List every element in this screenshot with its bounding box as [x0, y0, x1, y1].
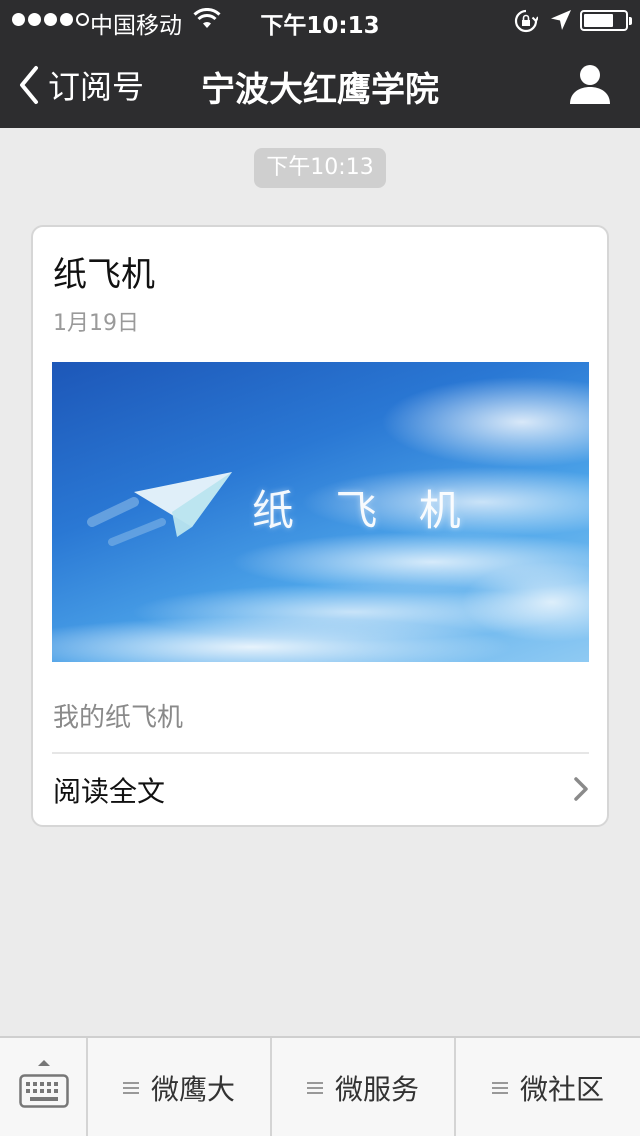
message-timestamp: 下午10:13: [254, 148, 386, 188]
menu-item-weishequ[interactable]: 微社区: [456, 1038, 640, 1136]
battery-fill: [584, 14, 613, 27]
article-cover-image[interactable]: 纸 飞 机: [52, 362, 589, 662]
person-icon[interactable]: [568, 62, 612, 106]
menu-item-weifuwu[interactable]: 微服务: [272, 1038, 456, 1136]
menu-item-label: 微鹰大: [150, 1073, 235, 1106]
paper-plane-icon: [87, 472, 232, 546]
nav-bar: 订阅号 宁波大红鹰学院: [0, 40, 640, 128]
rotation-lock-icon: [514, 9, 538, 33]
article-card[interactable]: 纸飞机 1月19日 纸 飞 机 我的纸飞机 阅读全文: [31, 225, 609, 827]
menu-item-label: 微社区: [519, 1073, 604, 1106]
battery-icon: [580, 10, 632, 31]
menu-item-label: 微服务: [334, 1073, 419, 1106]
location-arrow-icon: [551, 10, 571, 30]
status-time: 下午10:13: [260, 13, 380, 39]
article-digest: 我的纸飞机: [53, 703, 184, 733]
menu-lines-icon: [491, 1082, 508, 1094]
bottom-menu-bar: 微鹰大 微服务 微社区: [0, 1036, 640, 1136]
article-title: 纸飞机: [53, 255, 155, 295]
cover-caption: 纸 飞 机: [252, 486, 475, 535]
status-bar: 中国移动 下午10:13: [0, 0, 640, 40]
article-date: 1月19日: [53, 311, 139, 336]
page-title: 宁波大红鹰学院: [201, 70, 439, 110]
battery-nub: [629, 17, 632, 25]
read-more-label: 阅读全文: [53, 775, 166, 808]
menu-lines-icon: [122, 1082, 139, 1094]
keyboard-toggle-button[interactable]: [0, 1038, 88, 1136]
caret-up-icon: [38, 1060, 50, 1066]
keyboard-icon: [19, 1074, 69, 1108]
menu-lines-icon: [306, 1082, 323, 1094]
menu-item-weiyingda[interactable]: 微鹰大: [88, 1038, 272, 1136]
read-more-link[interactable]: 阅读全文: [33, 754, 607, 826]
chevron-right-icon: [574, 777, 588, 801]
